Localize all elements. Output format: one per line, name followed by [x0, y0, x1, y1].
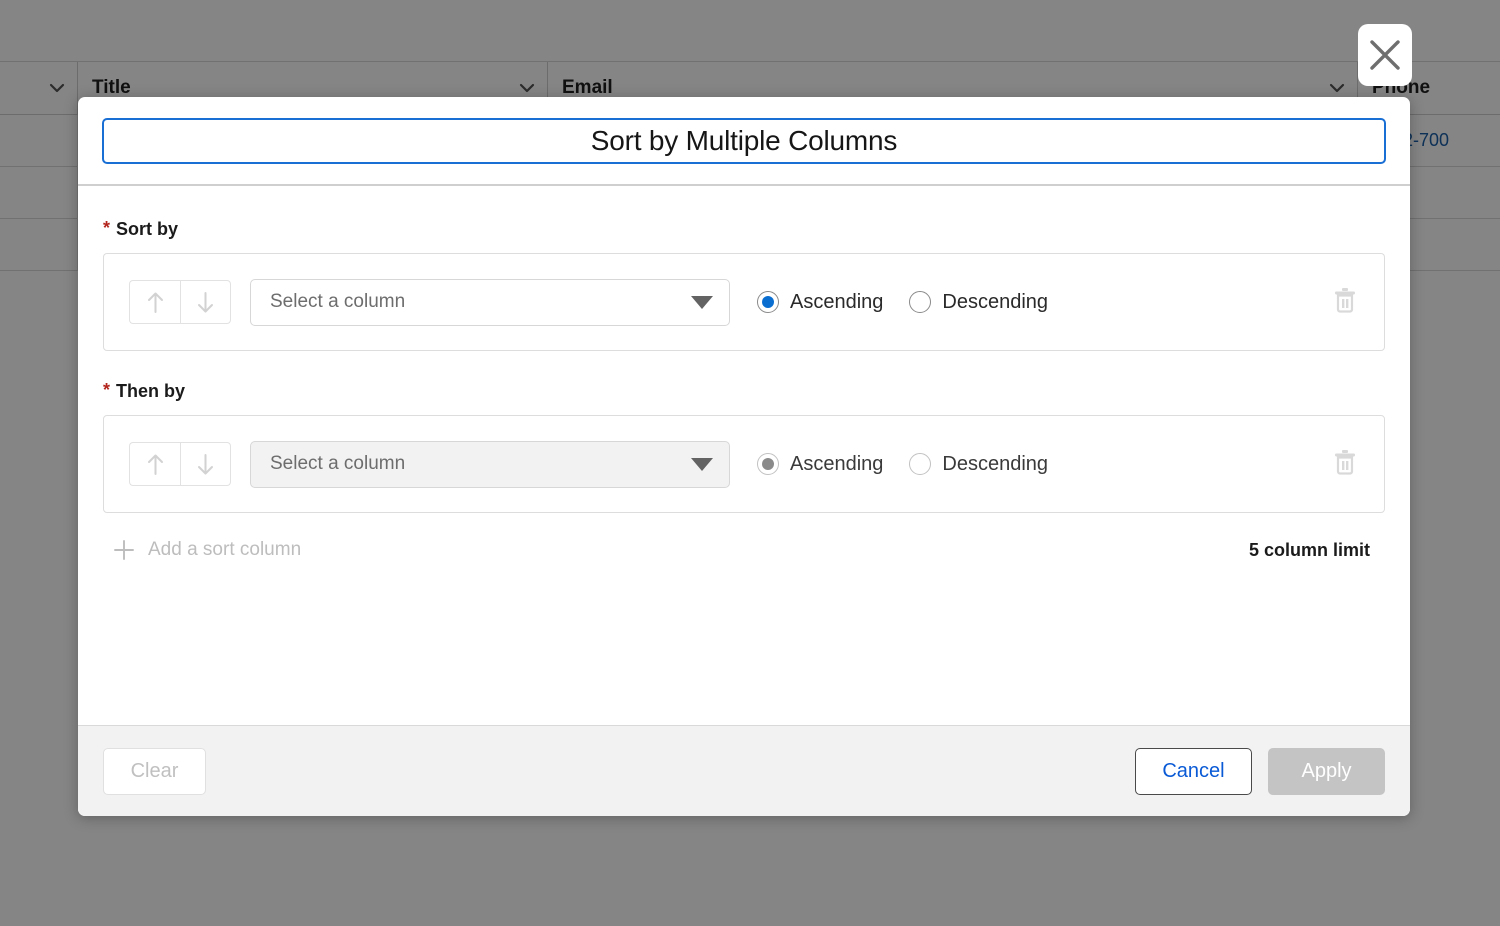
- dialog-title-focus-box[interactable]: Sort by Multiple Columns: [102, 117, 1386, 164]
- caret-down-icon: [691, 295, 713, 309]
- radio-indicator: [757, 453, 779, 475]
- apply-button[interactable]: Apply: [1268, 747, 1385, 795]
- plus-icon: [113, 539, 135, 561]
- arrow-down-icon: [196, 291, 215, 314]
- delete-sort-row-primary-button[interactable]: [1328, 285, 1362, 319]
- sort-by-label-text: Sort by: [116, 219, 179, 239]
- arrow-up-icon: [146, 291, 165, 314]
- radio-ascending-primary-label: Ascending: [790, 290, 884, 313]
- move-up-button[interactable]: [129, 442, 180, 486]
- sort-by-label: * Sort by: [103, 219, 1385, 240]
- sort-column-select-secondary-value: Select a column: [270, 453, 406, 474]
- arrow-up-icon: [146, 453, 165, 476]
- radio-indicator: [757, 291, 779, 313]
- dialog-footer: Clear Cancel Apply: [78, 725, 1410, 816]
- delete-sort-row-secondary-button[interactable]: [1328, 447, 1362, 481]
- add-sort-column-label: Add a sort column: [148, 539, 302, 560]
- sort-row-secondary: Select a column Ascending Descending: [103, 415, 1385, 513]
- dialog-header: Sort by Multiple Columns: [78, 97, 1410, 186]
- trash-icon: [1332, 448, 1358, 481]
- sort-column-select-secondary[interactable]: Select a column: [250, 440, 730, 488]
- radio-indicator: [909, 291, 932, 313]
- radio-descending-primary[interactable]: Descending: [909, 291, 1048, 314]
- reorder-button-group-secondary: [129, 442, 231, 486]
- radio-ascending-primary[interactable]: Ascending: [757, 291, 883, 314]
- then-by-label-text: Then by: [116, 381, 186, 401]
- dialog-body: * Sort by Select a column Ascending Desc…: [78, 186, 1410, 725]
- close-icon[interactable]: [1358, 24, 1412, 86]
- column-limit-text: 5 column limit: [1248, 539, 1370, 560]
- arrow-down-icon: [196, 453, 215, 476]
- radio-ascending-secondary[interactable]: Ascending: [757, 453, 883, 476]
- move-up-button[interactable]: [129, 280, 180, 324]
- move-down-button[interactable]: [180, 280, 231, 324]
- dialog-title: Sort by Multiple Columns: [590, 124, 898, 156]
- clear-button[interactable]: Clear: [103, 747, 206, 795]
- sort-order-radio-group-secondary: Ascending Descending: [757, 453, 1048, 476]
- sort-column-select-primary[interactable]: Select a column: [250, 278, 730, 326]
- add-sort-column-button[interactable]: Add a sort column: [113, 539, 301, 561]
- sort-row-primary: Select a column Ascending Descending: [103, 253, 1385, 351]
- required-asterisk: *: [103, 380, 111, 400]
- radio-descending-secondary-label: Descending: [942, 452, 1049, 475]
- radio-indicator: [909, 453, 932, 475]
- radio-descending-secondary[interactable]: Descending: [909, 453, 1048, 476]
- sort-by-multiple-columns-dialog: Sort by Multiple Columns * Sort by Selec…: [78, 97, 1410, 816]
- cancel-button[interactable]: Cancel: [1135, 747, 1252, 795]
- then-by-label: * Then by: [103, 381, 1385, 402]
- reorder-button-group-primary: [129, 280, 231, 324]
- caret-down-icon: [691, 457, 713, 471]
- trash-icon: [1332, 286, 1358, 319]
- sort-order-radio-group-primary: Ascending Descending: [757, 291, 1048, 314]
- add-sort-column-row: Add a sort column 5 column limit: [103, 539, 1385, 561]
- sort-column-select-primary-value: Select a column: [270, 291, 406, 312]
- radio-ascending-secondary-label: Ascending: [790, 452, 884, 475]
- move-down-button[interactable]: [180, 442, 231, 486]
- required-asterisk: *: [103, 218, 111, 238]
- radio-descending-primary-label: Descending: [942, 290, 1049, 313]
